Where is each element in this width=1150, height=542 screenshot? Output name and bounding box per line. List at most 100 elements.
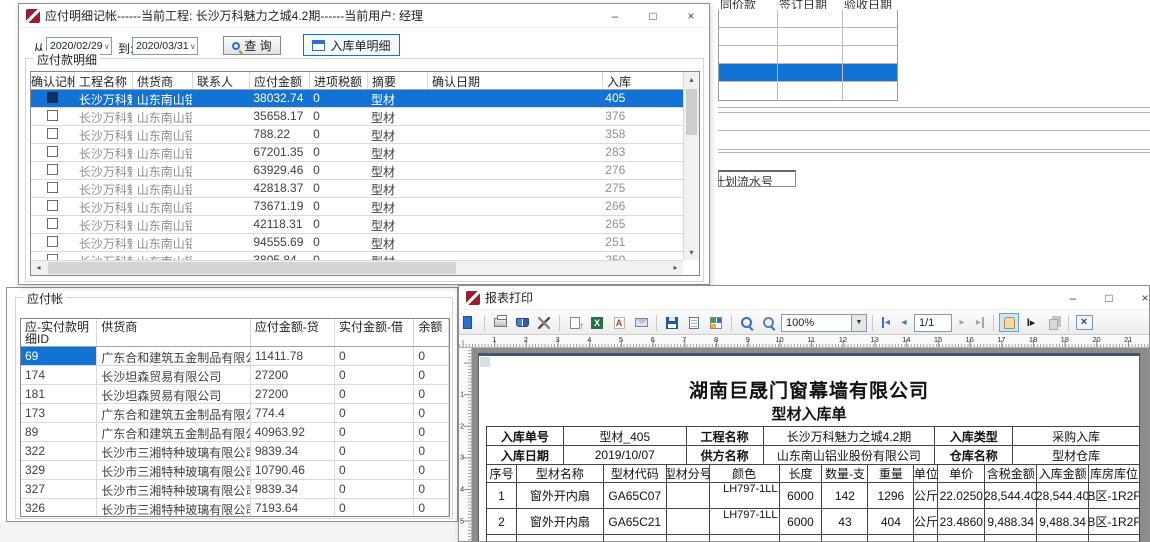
table-row[interactable]: 长沙万科魅力...山东南山铝业...67201.350型材283 — [31, 144, 683, 162]
table-row[interactable]: 长沙万科魅力...山东南山铝业...63929.460型材276 — [31, 162, 683, 180]
row-checkbox[interactable] — [47, 200, 58, 211]
close-icon[interactable]: × — [675, 4, 707, 28]
column-header[interactable]: 联系人 — [193, 72, 250, 89]
table-row[interactable]: 89广东合和建筑五金制品有限公司40963.9200 — [21, 423, 449, 442]
view-grid-icon[interactable] — [706, 313, 726, 332]
table-row[interactable]: 长沙万科魅力...山东南山铝业...94555.690型材251 — [31, 234, 683, 252]
bg-grid-row-selected[interactable] — [719, 64, 897, 82]
table-row[interactable]: 174长沙坦森贸易有限公司2720000 — [21, 366, 449, 385]
scroll-left-icon[interactable]: ◂ — [31, 261, 46, 275]
first-page-icon[interactable]: ◂ — [878, 317, 894, 328]
table-row[interactable]: 长沙万科魅力...山东南山铝业...42118.310型材265 — [31, 216, 683, 234]
export-excel-icon[interactable] — [587, 313, 607, 332]
next-page-icon[interactable]: ▸ — [954, 317, 970, 328]
table-row[interactable]: 长沙万科魅力...山东南山铝业...35658.170型材376 — [31, 108, 683, 126]
export-image-icon[interactable] — [565, 313, 585, 332]
zoom-out-icon[interactable] — [759, 313, 779, 332]
hand-tool-icon[interactable] — [999, 313, 1019, 332]
zoom-level-input[interactable]: 100% ▼ — [781, 314, 867, 332]
table-row[interactable]: 173广东合和建筑五金制品有限公司774.400 — [21, 404, 449, 423]
row-checkbox[interactable] — [47, 164, 58, 175]
query-button[interactable]: 查 询 — [223, 36, 281, 55]
column-header[interactable]: 应-实付款明细ID — [21, 319, 97, 346]
row-checkbox[interactable] — [47, 182, 58, 193]
send-mail-icon[interactable] — [631, 313, 651, 332]
row-checkbox[interactable] — [47, 110, 58, 121]
export-pdf-icon[interactable] — [609, 313, 629, 332]
table-row[interactable]: 长沙万科魅力...山东南山铝业...73671.190型材266 — [31, 198, 683, 216]
to-date-picker[interactable]: 2020/03/31 ∨ — [132, 37, 198, 55]
column-header[interactable]: 应付金额-贷 — [251, 319, 335, 346]
column-header[interactable]: 供货商 — [97, 319, 251, 346]
grid-cell: 94555.69 — [249, 234, 309, 251]
table-row[interactable]: 326长沙市三湘特种玻璃有限公司7193.6400 — [21, 499, 449, 516]
row-checkbox[interactable] — [47, 236, 58, 247]
row-checkbox[interactable] — [47, 218, 58, 229]
table-row[interactable]: 长沙万科魅力...山东南山铝业...42818.370型材275 — [31, 180, 683, 198]
page-setup-icon[interactable] — [534, 313, 554, 332]
table-row[interactable]: 329长沙市三湘特种玻璃有限公司10790.4600 — [21, 461, 449, 480]
detail-cell: 6000 — [780, 509, 823, 535]
table-row[interactable]: 长沙万科魅力...山东南山铝业...788.220型材358 — [31, 126, 683, 144]
maximize-icon[interactable]: □ — [1093, 286, 1125, 310]
chevron-down-icon[interactable]: ∨ — [189, 42, 197, 51]
table-row[interactable]: 长沙万科魅力...山东南山铝业...38032.740型材405 — [31, 90, 683, 108]
table-row[interactable]: 69广东合和建筑五金制品有限公司11411.7800 — [21, 347, 449, 366]
column-header[interactable]: 应付金额 — [250, 72, 310, 89]
desktop-strip — [0, 522, 458, 542]
chevron-down-icon[interactable]: ∨ — [103, 42, 111, 51]
row-checkbox[interactable] — [47, 146, 58, 157]
row-checkbox[interactable] — [47, 128, 58, 139]
payable-detail-grid[interactable]: 确认记帐工程名称供货商联系人应付金额进项税额摘要确认日期入库 长沙万科魅力...… — [30, 71, 700, 276]
grid-cell: 0 — [309, 252, 367, 260]
book-icon[interactable] — [512, 313, 532, 332]
maximize-icon[interactable]: □ — [637, 4, 669, 28]
column-header[interactable]: 摘要 — [368, 72, 428, 89]
chevron-down-icon[interactable]: ▼ — [851, 315, 866, 331]
inbound-detail-button[interactable]: 入库单明细 — [303, 34, 400, 56]
column-header[interactable]: 确认日期 — [428, 72, 603, 89]
table-row[interactable]: 327长沙市三湘特种玻璃有限公司9839.3400 — [21, 480, 449, 499]
text-select-tool-icon[interactable]: I▸ — [1021, 313, 1041, 332]
close-icon[interactable]: × — [1129, 286, 1150, 310]
minimize-icon[interactable]: – — [1057, 286, 1089, 310]
page-number-input[interactable]: 1/1 — [914, 314, 952, 332]
row-checkbox[interactable] — [47, 92, 58, 103]
printer-icon[interactable] — [490, 313, 510, 332]
scroll-right-icon[interactable]: ▸ — [668, 261, 683, 275]
view-page-icon[interactable] — [684, 313, 704, 332]
table-row[interactable]: 322长沙市三湘特种玻璃有限公司9839.3400 — [21, 442, 449, 461]
table-row[interactable]: 长沙万科魅力...山东南山铝业...3805.840型材250 — [31, 252, 683, 260]
vertical-scrollbar[interactable]: ▴ ▾ — [683, 72, 699, 260]
copy-pages-icon[interactable] — [1043, 313, 1063, 332]
grid-cell: 7193.64 — [251, 499, 335, 516]
column-header[interactable]: 供货商 — [133, 72, 193, 89]
bg-column-header: 同价款 — [720, 0, 776, 9]
export-report-icon[interactable] — [459, 313, 479, 332]
toolbar-separator — [656, 315, 657, 331]
column-header[interactable]: 进项税额 — [310, 72, 368, 89]
grid-cell: 0 — [335, 480, 414, 498]
scrollbar-thumb[interactable] — [686, 89, 697, 135]
payable-account-grid[interactable]: 应-实付款明细ID供货商应付金额-贷实付金额-借余额 69广东合和建筑五金制品有… — [20, 318, 450, 517]
column-header[interactable]: 工程名称 — [75, 72, 133, 89]
column-header[interactable]: 余额 — [414, 319, 449, 346]
horizontal-scrollbar[interactable]: ◂ ▸ — [31, 260, 683, 275]
close-preview-icon[interactable]: × — [1074, 313, 1094, 332]
minimize-icon[interactable]: – — [599, 4, 631, 28]
column-header[interactable]: 实付金额-借 — [335, 319, 414, 346]
scroll-up-icon[interactable]: ▴ — [684, 72, 699, 87]
zoom-in-icon[interactable] — [737, 313, 757, 332]
report-preview-area[interactable]: 湖南巨晟门窗幕墙有限公司 型材入库单 入库单号型材_405工程名称长沙万科魅力之… — [472, 348, 1149, 541]
grid-cell: 11411.78 — [251, 347, 335, 365]
grid-cell: 山东南山铝业... — [133, 252, 193, 260]
table-row[interactable]: 181长沙坦森贸易有限公司2720000 — [21, 385, 449, 404]
last-page-icon[interactable]: ▸ — [972, 317, 988, 328]
scroll-down-icon[interactable]: ▾ — [684, 245, 699, 260]
scrollbar-thumb[interactable] — [48, 262, 456, 274]
prev-page-icon[interactable]: ◂ — [896, 317, 912, 328]
column-header[interactable]: 确认记帐 — [31, 72, 75, 89]
save-icon[interactable] — [662, 313, 682, 332]
ruler-number: 8 — [714, 335, 718, 344]
column-header[interactable]: 入库 — [603, 72, 685, 89]
